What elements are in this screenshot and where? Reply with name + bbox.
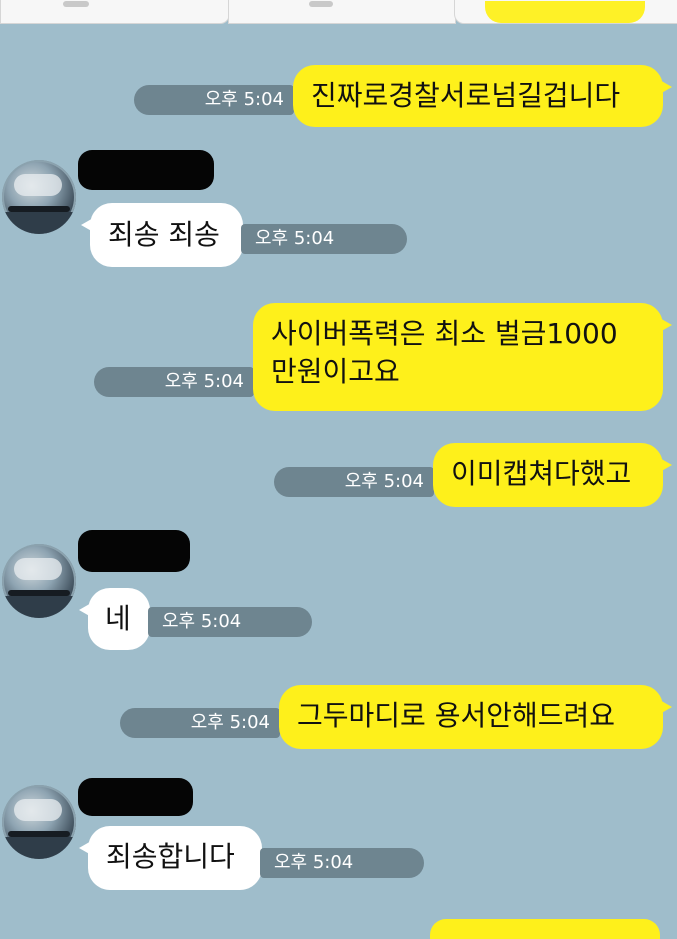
- my-message-bubble[interactable]: 사이버폭력은 최소 벌금1000 만원이고요: [253, 303, 672, 411]
- sender-name-redacted: [78, 530, 190, 572]
- avatar-sea: [2, 837, 76, 859]
- toolbar-segment-2[interactable]: [228, 0, 456, 24]
- message-line: 사이버폭력은 최소 벌금1000: [271, 317, 618, 350]
- avatar-sea: [2, 212, 76, 234]
- avatar-cloud: [14, 174, 62, 196]
- message-time: 오후 5:04: [241, 224, 407, 254]
- message-time: 오후 5:04: [120, 708, 280, 738]
- my-message-bubble[interactable]: 이미캡쳐다했고: [433, 443, 672, 507]
- message-time: 오후 5:04: [148, 607, 312, 637]
- their-message-bubble[interactable]: 죄송합니다: [79, 826, 262, 890]
- previous-message-bubble-peek: [485, 1, 645, 23]
- message-time: 오후 5:04: [94, 367, 254, 397]
- toolbar-segment-3[interactable]: [454, 0, 677, 24]
- my-message-bubble[interactable]: 진짜로경찰서로넘길겁니다: [293, 65, 672, 127]
- my-message-bubble[interactable]: 그두마디로 용서안해드려요: [279, 685, 672, 749]
- sender-name-redacted: [78, 150, 214, 190]
- message-time: 오후 5:04: [274, 467, 434, 497]
- message-line: 만원이고요: [271, 355, 400, 388]
- avatar-cloud: [14, 799, 62, 821]
- sender-name-redacted: [78, 778, 193, 816]
- top-toolbar: [0, 0, 677, 26]
- avatar-sea: [2, 596, 76, 618]
- sender-avatar[interactable]: [2, 544, 76, 618]
- toolbar-icon-1: [63, 1, 89, 7]
- toolbar-icon-2: [309, 1, 333, 7]
- message-time: 오후 5:04: [134, 85, 294, 115]
- next-message-bubble-peek: [430, 919, 660, 939]
- toolbar-segment-1[interactable]: [0, 0, 230, 24]
- avatar-cloud: [14, 558, 62, 580]
- sender-avatar[interactable]: [2, 160, 76, 234]
- their-message-bubble[interactable]: 죄송 죄송: [81, 203, 243, 267]
- their-message-bubble[interactable]: 네: [79, 588, 150, 650]
- chat-room: 오후 5:04 진짜로경찰서로넘길겁니다 죄송 죄송 오후 5:04 오후 5:…: [0, 0, 677, 939]
- sender-avatar[interactable]: [2, 785, 76, 859]
- message-time: 오후 5:04: [260, 848, 424, 878]
